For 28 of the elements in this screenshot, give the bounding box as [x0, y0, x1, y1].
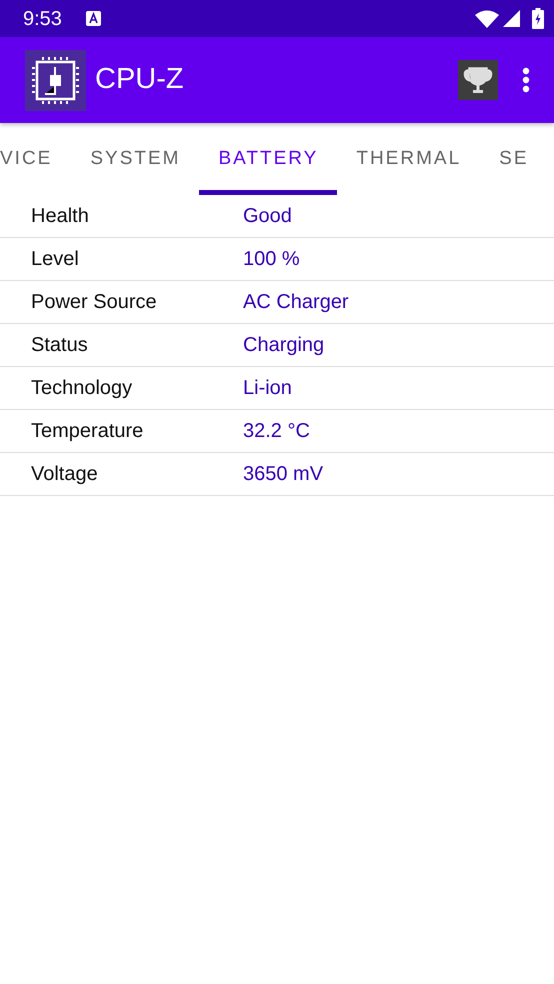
tab[interactable]: BATTERY [199, 123, 338, 195]
trophy-icon[interactable] [458, 60, 498, 100]
property-label: Level [30, 247, 80, 272]
signal-icon [503, 10, 520, 27]
property-value: 32.2 °C [243, 419, 310, 444]
property-value: Good [243, 204, 292, 229]
tab[interactable]: VICE [0, 123, 72, 195]
tab[interactable]: SYSTEM [71, 123, 200, 195]
property-value: 3650 mV [243, 462, 324, 487]
property-value: AC Charger [243, 290, 349, 315]
property-label: Voltage [30, 462, 99, 487]
battery-icon [532, 8, 544, 29]
property-value: Li-ion [243, 376, 292, 401]
tab[interactable]: SE [480, 123, 548, 195]
more-options-icon[interactable] [522, 67, 530, 93]
property-label: Health [30, 204, 90, 229]
property-value: Charging [243, 333, 324, 358]
app-logo-icon [25, 50, 86, 110]
wifi-icon [475, 10, 499, 28]
notification-icon [86, 11, 101, 26]
property-label: Technology [30, 376, 134, 401]
property-label: Temperature [30, 419, 144, 444]
property-label: Status [30, 333, 89, 358]
app-title: CPU-Z [95, 62, 184, 98]
clock-time: 9:53 [23, 6, 62, 32]
property-value: 100 % [243, 247, 300, 272]
tab[interactable]: THERMAL [337, 123, 480, 195]
property-label: Power Source [30, 290, 158, 315]
